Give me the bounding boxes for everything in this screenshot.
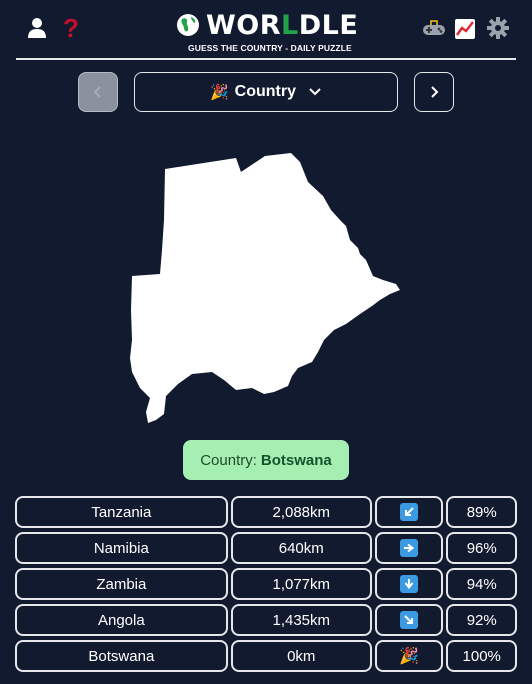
help-icon[interactable]: ? (60, 13, 82, 43)
guess-distance: 1,435km (230, 604, 372, 636)
mode-select-label: Country (234, 83, 296, 100)
guess-distance: 2,088km (230, 496, 372, 528)
guess-percent: 89% (446, 496, 517, 528)
user-icon[interactable] (25, 16, 49, 40)
guess-direction (374, 604, 444, 636)
guess-row: Angola 1,435km 92% (15, 604, 517, 636)
guess-country: Namibia (15, 532, 228, 564)
arrow-south-icon (400, 575, 419, 593)
guess-percent: 100% (446, 640, 517, 672)
app-subtitle: GUESS THE COUNTRY - DAILY PUZZLE (188, 43, 352, 53)
guess-row: Zambia 1,077km 94% (15, 568, 517, 600)
answer-country: Botswana (260, 451, 332, 469)
guess-row: Tanzania 2,088km 89% (15, 496, 517, 528)
country-silhouette (130, 153, 400, 423)
guess-row: Botswana 0km 🎉 100% (15, 640, 517, 672)
guess-country: Botswana (15, 640, 228, 672)
globe-icon (176, 13, 200, 37)
guess-direction (374, 568, 444, 600)
arrow-east-icon (400, 539, 419, 557)
guess-country: Angola (15, 604, 228, 636)
guess-direction (374, 496, 444, 528)
guess-distance: 1,077km (230, 568, 372, 600)
guess-country: Zambia (15, 568, 228, 600)
logo: WORLDLE GUESS THE COUNTRY - DAILY PUZZLE (176, 8, 359, 56)
guess-distance: 0km (230, 640, 372, 672)
guess-row: Namibia 640km 96% (15, 532, 517, 564)
chevron-down-icon (309, 88, 321, 96)
guess-direction: 🎉 (374, 640, 444, 672)
chevron-left-icon (93, 86, 101, 98)
guess-distance: 640km (230, 532, 372, 564)
guess-country: Tanzania (15, 496, 228, 528)
app-title: WORLDLE (206, 9, 359, 41)
guess-percent: 94% (446, 568, 517, 600)
stats-icon[interactable] (454, 18, 476, 40)
settings-icon[interactable] (486, 16, 510, 40)
party-icon: 🎉 (209, 84, 229, 101)
guess-direction (374, 532, 444, 564)
arrow-southwest-icon (400, 503, 419, 521)
guess-list: Tanzania 2,088km 89% Namibia 640km 96% Z… (15, 496, 517, 676)
header: ? WORLDLE GUESS THE COUNTRY - DAILY PUZZ… (16, 0, 516, 60)
next-button[interactable] (414, 72, 454, 112)
guess-percent: 96% (446, 532, 517, 564)
previous-button[interactable] (78, 72, 118, 112)
answer-prefix: Country: (200, 451, 257, 469)
games-icon[interactable] (421, 16, 447, 40)
arrow-southeast-icon (400, 611, 419, 629)
guess-percent: 92% (446, 604, 517, 636)
answer-badge: Country: Botswana (183, 440, 349, 480)
mode-select[interactable]: 🎉 Country (134, 72, 398, 112)
chevron-right-icon (431, 86, 439, 98)
party-icon: 🎉 (399, 648, 420, 665)
